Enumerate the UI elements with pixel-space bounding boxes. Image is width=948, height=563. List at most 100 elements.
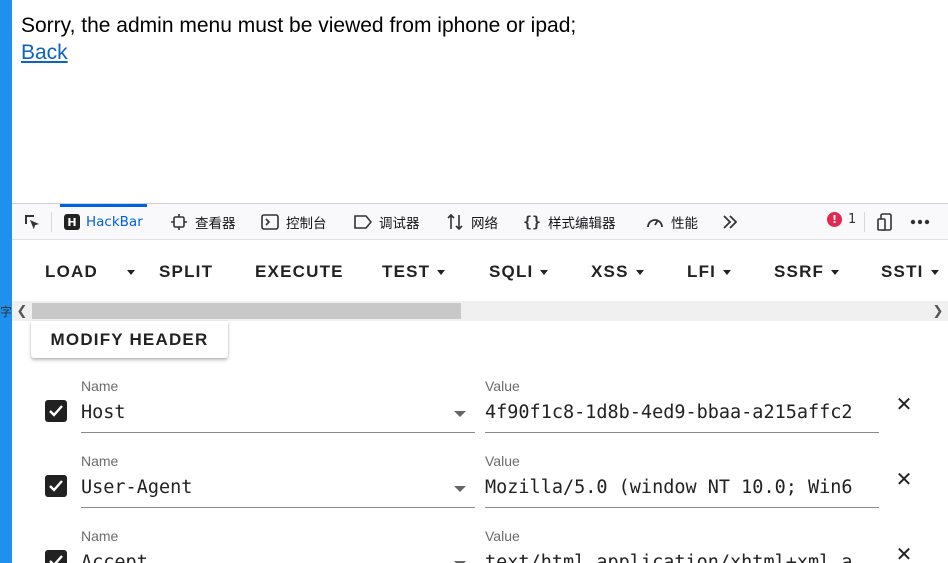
header-value-input[interactable]: text/html,application/xhtml+xml,a — [485, 549, 879, 563]
load-options-button[interactable] — [120, 262, 135, 282]
remove-header-close-icon[interactable]: ✕ — [894, 394, 914, 414]
devtools-menu-button[interactable] — [910, 204, 936, 240]
tab-label: 查看器 — [195, 216, 236, 232]
tab-performance[interactable]: 性能 — [645, 204, 698, 240]
tab-debugger[interactable]: 调试器 — [353, 204, 420, 240]
header-row: Name Accept Value text/html,application/… — [12, 528, 948, 563]
checkmark-icon — [49, 405, 63, 417]
value-label: Value — [485, 378, 520, 394]
caret-down-icon — [723, 270, 732, 276]
split-button[interactable]: SPLIT — [159, 262, 213, 282]
remove-header-close-icon[interactable]: ✕ — [894, 544, 914, 563]
header-value-input[interactable]: Mozilla/5.0 (window NT 10.0; Win6 — [485, 474, 879, 502]
toolbar-horizontal-scrollbar[interactable]: ❮ ❯ — [12, 301, 948, 321]
header-enabled-checkbox[interactable] — [45, 550, 67, 563]
xss-menu-button[interactable]: XSS — [591, 262, 644, 282]
modify-header-button[interactable]: MODIFY HEADER — [31, 321, 228, 358]
xss-label: XSS — [591, 262, 629, 281]
style-editor-icon: {} — [522, 213, 542, 231]
load-button[interactable]: LOAD — [45, 262, 98, 282]
caret-down-icon — [831, 270, 840, 276]
header-name-input[interactable]: Accept — [81, 549, 441, 563]
lfi-menu-button[interactable]: LFI — [687, 262, 732, 282]
error-icon: ! — [827, 212, 842, 227]
sqli-menu-button[interactable]: SQLI — [489, 262, 549, 282]
test-label: TEST — [382, 262, 431, 281]
error-message: Sorry, the admin menu must be viewed fro… — [21, 14, 577, 37]
page-content: Sorry, the admin menu must be viewed fro… — [21, 12, 576, 66]
responsive-design-button[interactable] — [876, 204, 902, 240]
tabbar-separator — [864, 212, 865, 232]
element-picker-icon — [22, 212, 42, 232]
scroll-left-icon[interactable]: ❮ — [14, 301, 30, 321]
error-count-badge[interactable]: ! 1 — [827, 212, 856, 227]
clipped-glyph: 字 — [0, 305, 12, 319]
tab-label: 样式编辑器 — [548, 216, 616, 232]
lfi-label: LFI — [687, 262, 717, 281]
tabbar-separator — [51, 212, 52, 232]
tab-inspector[interactable]: 查看器 — [169, 204, 236, 240]
caret-down-icon — [635, 270, 644, 276]
value-underline — [485, 432, 879, 433]
tab-hackbar[interactable]: H HackBar — [60, 204, 147, 240]
tab-console[interactable]: 控制台 — [260, 204, 327, 240]
ellipsis-icon — [910, 212, 930, 232]
responsive-mode-icon — [876, 212, 896, 232]
hackbar-toolbar: LOAD SPLIT EXECUTE TEST SQLI XSS LFI SSR… — [12, 241, 948, 301]
tab-style-editor[interactable]: {} 样式编辑器 — [522, 204, 616, 240]
ssrf-menu-button[interactable]: SSRF — [774, 262, 840, 282]
execute-button[interactable]: EXECUTE — [255, 262, 344, 282]
remove-header-close-icon[interactable]: ✕ — [894, 469, 914, 489]
value-underline — [485, 507, 879, 508]
dropdown-arrow-icon[interactable] — [454, 411, 466, 417]
caret-down-icon — [540, 270, 549, 276]
header-enabled-checkbox[interactable] — [45, 475, 67, 497]
caret-down-icon — [930, 270, 939, 276]
performance-icon — [645, 212, 665, 232]
more-tabs-button[interactable] — [720, 204, 746, 240]
header-row: Name User-Agent Value Mozilla/5.0 (windo… — [12, 453, 948, 528]
caret-down-icon — [437, 270, 446, 276]
double-chevron-right-icon — [720, 212, 740, 232]
page-left-strip — [0, 0, 12, 563]
header-enabled-checkbox[interactable] — [45, 400, 67, 422]
network-icon — [445, 212, 465, 232]
error-count: 1 — [848, 212, 857, 227]
name-label: Name — [81, 378, 119, 394]
sqli-label: SQLI — [489, 262, 534, 281]
caret-down-icon — [127, 270, 135, 276]
header-row: Name Host Value 4f90f1c8-1d8b-4ed9-bbaa-… — [12, 378, 948, 453]
name-underline — [81, 507, 475, 508]
hackbar-icon: H — [64, 214, 80, 230]
header-name-input[interactable]: User-Agent — [81, 474, 441, 502]
name-label: Name — [81, 528, 119, 544]
checkmark-icon — [49, 555, 63, 563]
debugger-icon — [353, 212, 373, 232]
value-label: Value — [485, 528, 520, 544]
test-menu-button[interactable]: TEST — [382, 262, 446, 282]
header-value-input[interactable]: 4f90f1c8-1d8b-4ed9-bbaa-a215affc2 — [485, 399, 879, 427]
checkmark-icon — [49, 480, 63, 492]
tab-label: HackBar — [86, 214, 143, 230]
ssrf-label: SSRF — [774, 262, 825, 281]
header-name-input[interactable]: Host — [81, 399, 441, 427]
tab-label: 控制台 — [286, 216, 327, 232]
name-underline — [81, 432, 475, 433]
ssti-menu-button[interactable]: SSTI — [881, 262, 939, 282]
element-picker-button[interactable] — [22, 204, 48, 240]
devtools-panel: H HackBar 查看器 控制台 调试器 网络 {} 样式编辑器 性能 ! 1… — [12, 203, 948, 563]
back-link[interactable]: Back — [21, 39, 68, 66]
tab-label: 网络 — [471, 216, 498, 232]
ssti-label: SSTI — [881, 262, 924, 281]
dropdown-arrow-icon[interactable] — [454, 486, 466, 492]
scroll-right-icon[interactable]: ❯ — [930, 301, 946, 321]
tab-label: 性能 — [671, 216, 698, 232]
devtools-tabbar: H HackBar 查看器 控制台 调试器 网络 {} 样式编辑器 性能 ! 1 — [12, 204, 948, 240]
name-label: Name — [81, 453, 119, 469]
value-label: Value — [485, 453, 520, 469]
console-icon — [260, 212, 280, 232]
tab-label: 调试器 — [379, 216, 420, 232]
inspector-icon — [169, 212, 189, 232]
scrollbar-thumb[interactable] — [32, 303, 461, 319]
tab-network[interactable]: 网络 — [445, 204, 498, 240]
